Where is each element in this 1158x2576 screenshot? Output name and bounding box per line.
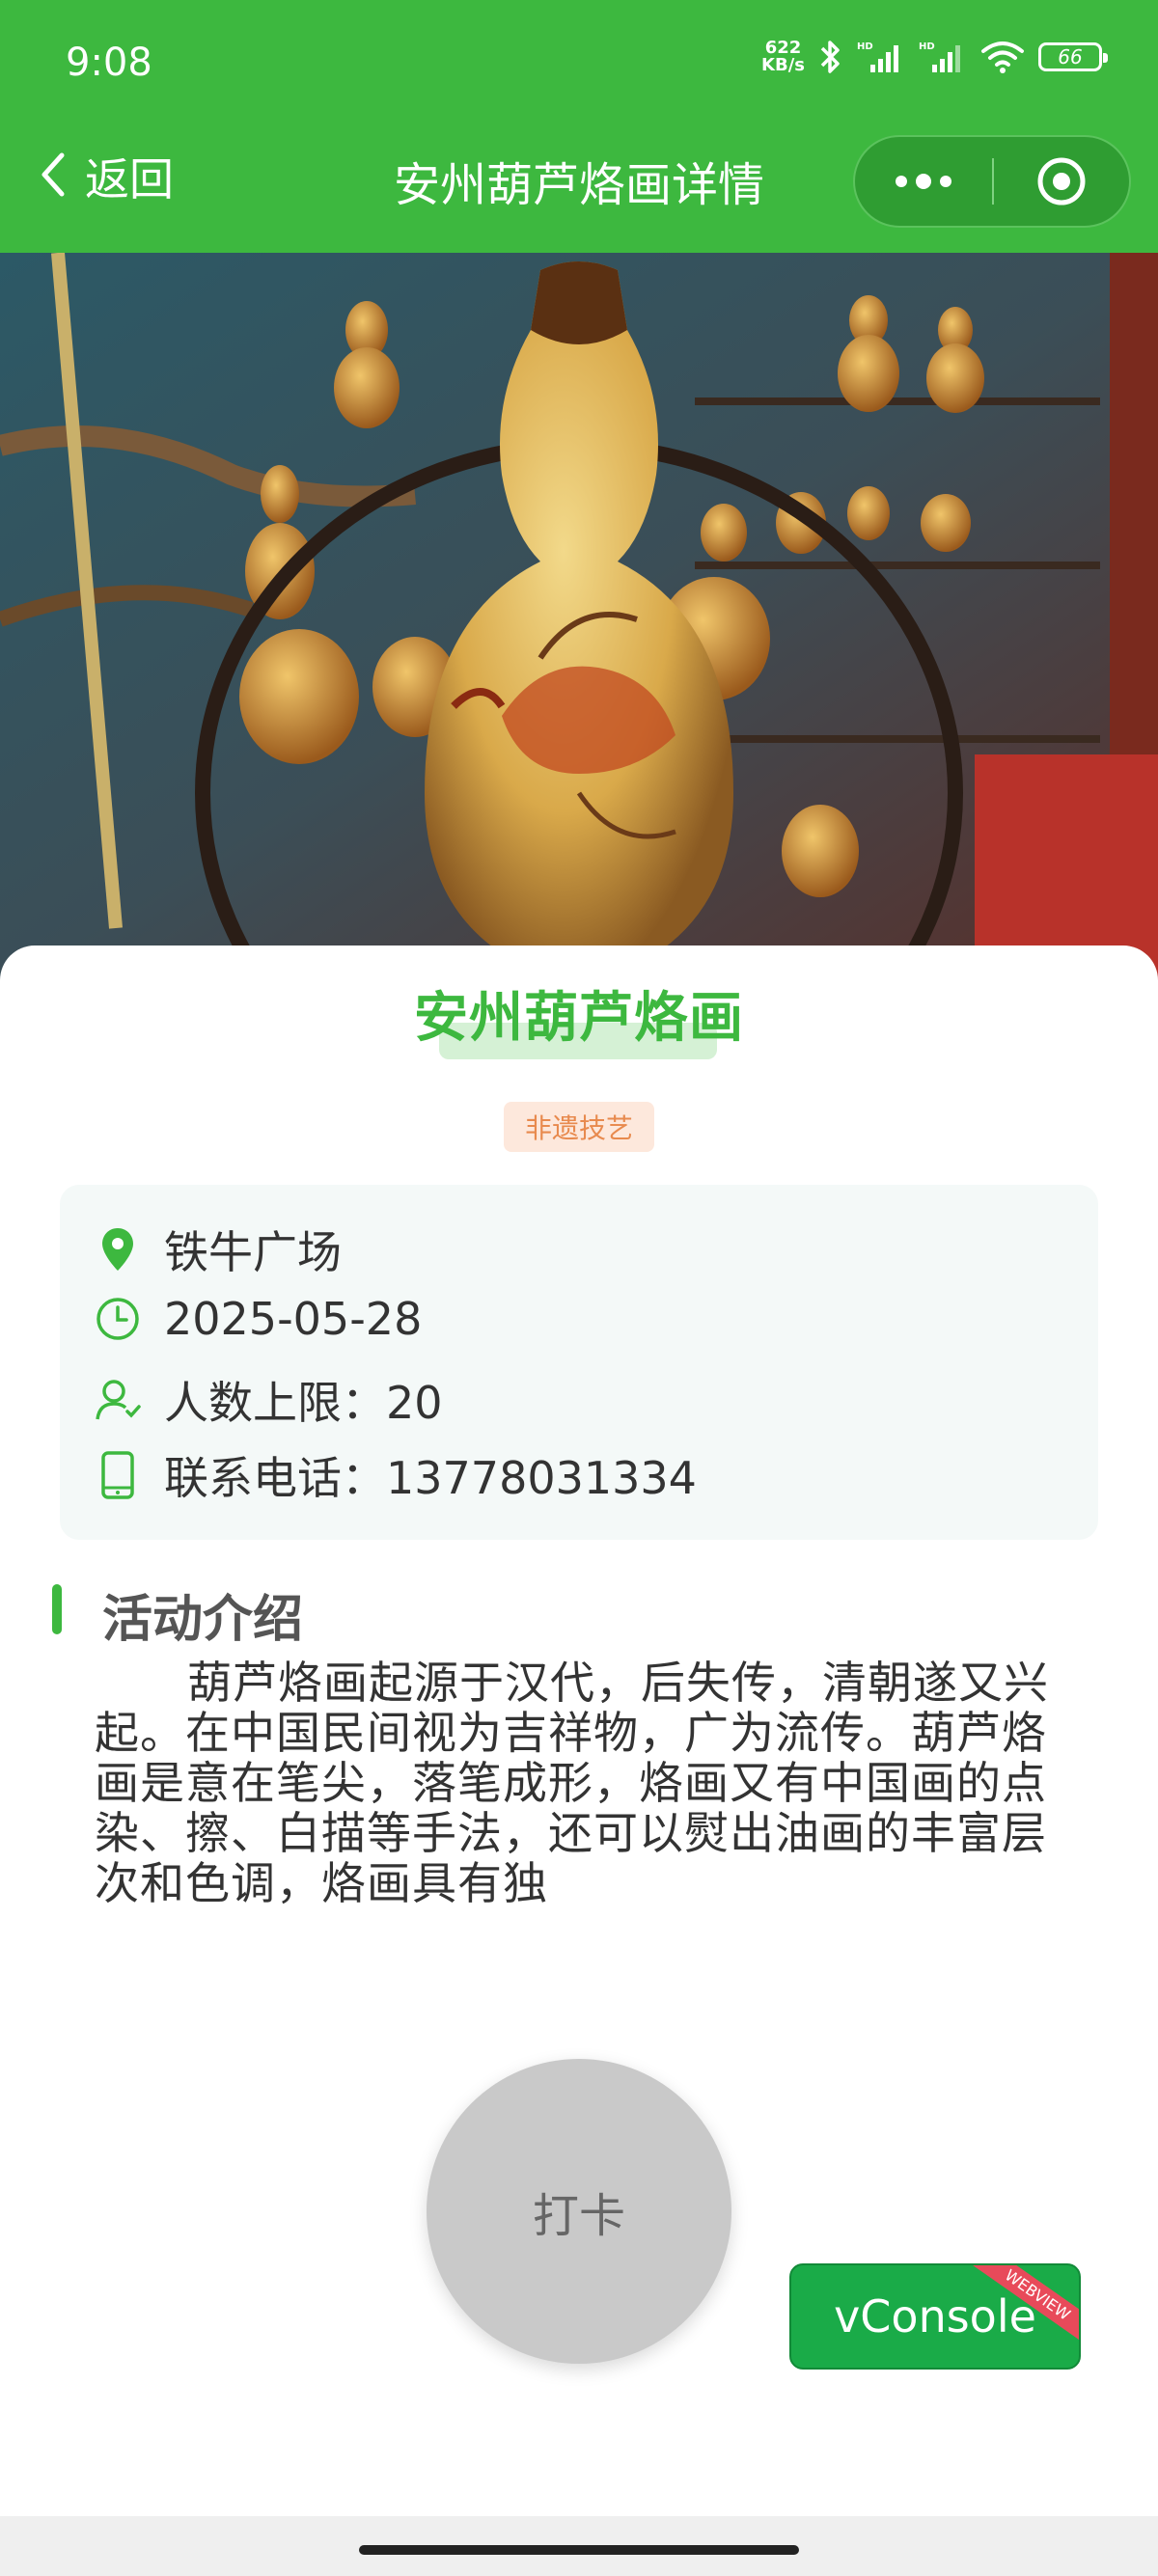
info-row-capacity: 人数上限：20	[95, 1368, 443, 1432]
more-dot-icon	[916, 174, 931, 189]
svg-text:HD: HD	[919, 41, 935, 52]
vconsole-button[interactable]: vConsole WEBVIEW	[789, 2263, 1081, 2370]
user-limit-icon	[95, 1377, 141, 1423]
home-indicator[interactable]	[359, 2545, 799, 2555]
intro-heading: 活动介绍	[102, 1591, 304, 1649]
battery-indicator: 66	[1038, 42, 1108, 71]
info-row-location: 铁牛广场	[95, 1218, 342, 1281]
checkin-button[interactable]: 打卡	[427, 2059, 731, 2364]
net-speed: 622 KB/s	[761, 40, 805, 74]
signal-icon-2: HD	[919, 40, 967, 74]
info-row-phone[interactable]: 联系电话：13778031334	[95, 1443, 697, 1507]
more-button[interactable]	[855, 137, 992, 226]
location-pin-icon	[95, 1226, 141, 1273]
activity-title-wrap: 安州葫芦烙画	[0, 974, 1158, 1053]
location-text: 铁牛广场	[164, 1226, 342, 1278]
more-dot-icon	[940, 176, 951, 187]
close-mini-program-button[interactable]	[994, 137, 1129, 226]
intro-text: 葫芦烙画起源于汉代，后失传，清朝遂又兴起。在中国民间视为吉祥物，广为流传。葫芦烙…	[95, 1658, 1049, 1909]
bluetooth-icon	[818, 39, 843, 75]
info-box: 铁牛广场 2025-05-28 人数上限：20 联系电话：13778031334	[60, 1185, 1098, 1540]
svg-text:HD: HD	[857, 41, 873, 52]
clock-icon	[95, 1296, 141, 1342]
gourd-pyrography-photo	[0, 253, 1158, 986]
vconsole-label: vConsole	[834, 2290, 1036, 2343]
hero-image	[0, 253, 1158, 986]
category-tag: 非遗技艺	[504, 1102, 654, 1152]
info-row-date: 2025-05-28	[95, 1293, 422, 1345]
mini-program-capsule	[853, 135, 1131, 228]
more-dot-icon	[896, 176, 907, 187]
signal-icon-1: HD	[857, 40, 905, 74]
status-time: 9:08	[66, 41, 152, 85]
target-close-icon	[1037, 157, 1086, 206]
net-speed-unit: KB/s	[761, 55, 805, 75]
section-accent-bar	[52, 1584, 62, 1634]
status-icons: 622 KB/s HD HD 66	[761, 39, 1108, 75]
date-text: 2025-05-28	[164, 1293, 423, 1345]
phone-icon	[95, 1451, 141, 1499]
wifi-icon	[980, 40, 1025, 74]
capacity-text: 人数上限：20	[164, 1377, 443, 1429]
phone-text: 联系电话：13778031334	[164, 1452, 697, 1504]
activity-title: 安州葫芦烙画	[414, 987, 744, 1050]
